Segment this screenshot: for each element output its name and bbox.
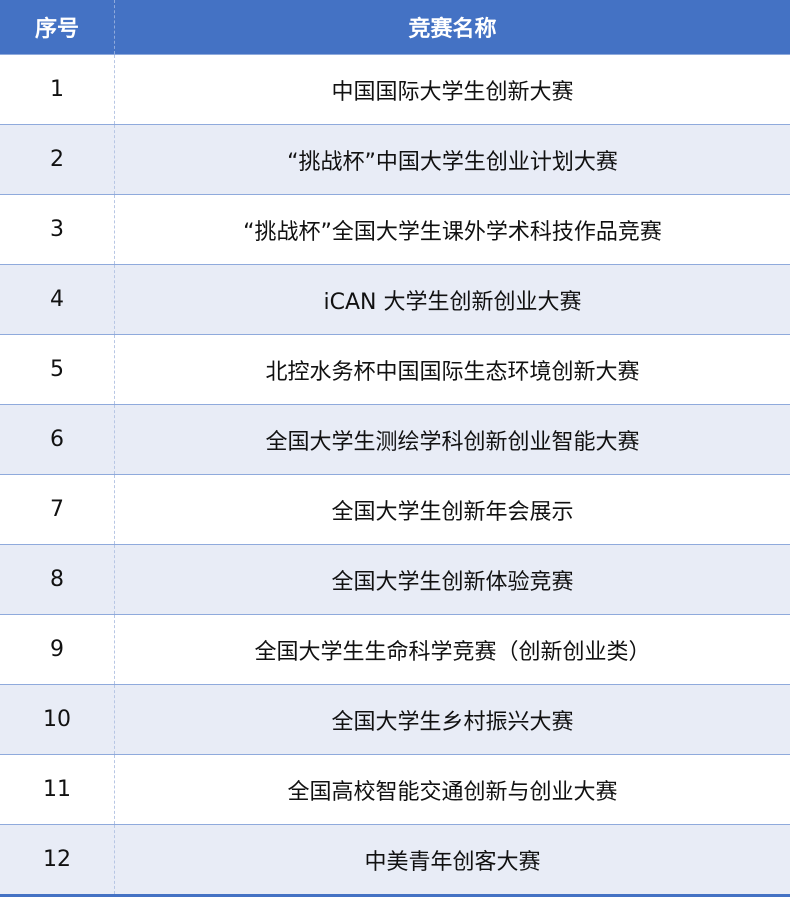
row-name: 全国大学生创新体验竞赛 xyxy=(331,569,574,595)
table-row: 6 全国大学生测绘学科创新创业智能大赛 xyxy=(0,404,790,474)
row-index: 8 xyxy=(0,545,115,614)
row-name: 中美青年创客大赛 xyxy=(364,849,541,875)
row-index: 12 xyxy=(0,825,115,894)
row-name: 全国大学生乡村振兴大赛 xyxy=(331,709,574,735)
table-row: 4 iCAN 大学生创新创业大赛 xyxy=(0,264,790,334)
row-name: 全国高校智能交通创新与创业大赛 xyxy=(287,779,618,805)
row-name: “挑战杯”全国大学生课外学术科技作品竞赛 xyxy=(243,219,662,245)
row-name: “挑战杯”中国大学生创业计划大赛 xyxy=(287,149,618,175)
row-index: 7 xyxy=(0,475,115,544)
table-row: 11 全国高校智能交通创新与创业大赛 xyxy=(0,754,790,824)
header-name: 竞赛名称 xyxy=(408,17,497,42)
table-header: 序号 竞赛名称 xyxy=(0,0,790,54)
row-name: 全国大学生测绘学科创新创业智能大赛 xyxy=(265,429,640,455)
table-row: 9 全国大学生生命科学竞赛（创新创业类） xyxy=(0,614,790,684)
row-name: 中国国际大学生创新大赛 xyxy=(331,79,574,105)
table-row: 12 中美青年创客大赛 xyxy=(0,824,790,894)
row-name: 北控水务杯中国国际生态环境创新大赛 xyxy=(265,359,640,385)
table-row: 7 全国大学生创新年会展示 xyxy=(0,474,790,544)
competition-table: 序号 竞赛名称 1 中国国际大学生创新大赛 2 “挑战杯”中国大学生创业计划大赛… xyxy=(0,0,790,897)
row-index: 6 xyxy=(0,405,115,474)
row-index: 11 xyxy=(0,755,115,824)
row-index: 5 xyxy=(0,335,115,404)
row-name: 全国大学生创新年会展示 xyxy=(331,499,574,525)
row-index: 9 xyxy=(0,615,115,684)
row-index: 1 xyxy=(0,55,115,124)
table-row: 1 中国国际大学生创新大赛 xyxy=(0,54,790,124)
table-row: 3 “挑战杯”全国大学生课外学术科技作品竞赛 xyxy=(0,194,790,264)
header-index: 序号 xyxy=(0,0,115,54)
table-row: 2 “挑战杯”中国大学生创业计划大赛 xyxy=(0,124,790,194)
table-row: 10 全国大学生乡村振兴大赛 xyxy=(0,684,790,754)
row-name: iCAN 大学生创新创业大赛 xyxy=(323,289,582,315)
row-index: 2 xyxy=(0,125,115,194)
row-index: 10 xyxy=(0,685,115,754)
table-row: 8 全国大学生创新体验竞赛 xyxy=(0,544,790,614)
row-index: 4 xyxy=(0,265,115,334)
row-index: 3 xyxy=(0,195,115,264)
row-name: 全国大学生生命科学竞赛（创新创业类） xyxy=(254,639,651,665)
table-row: 5 北控水务杯中国国际生态环境创新大赛 xyxy=(0,334,790,404)
